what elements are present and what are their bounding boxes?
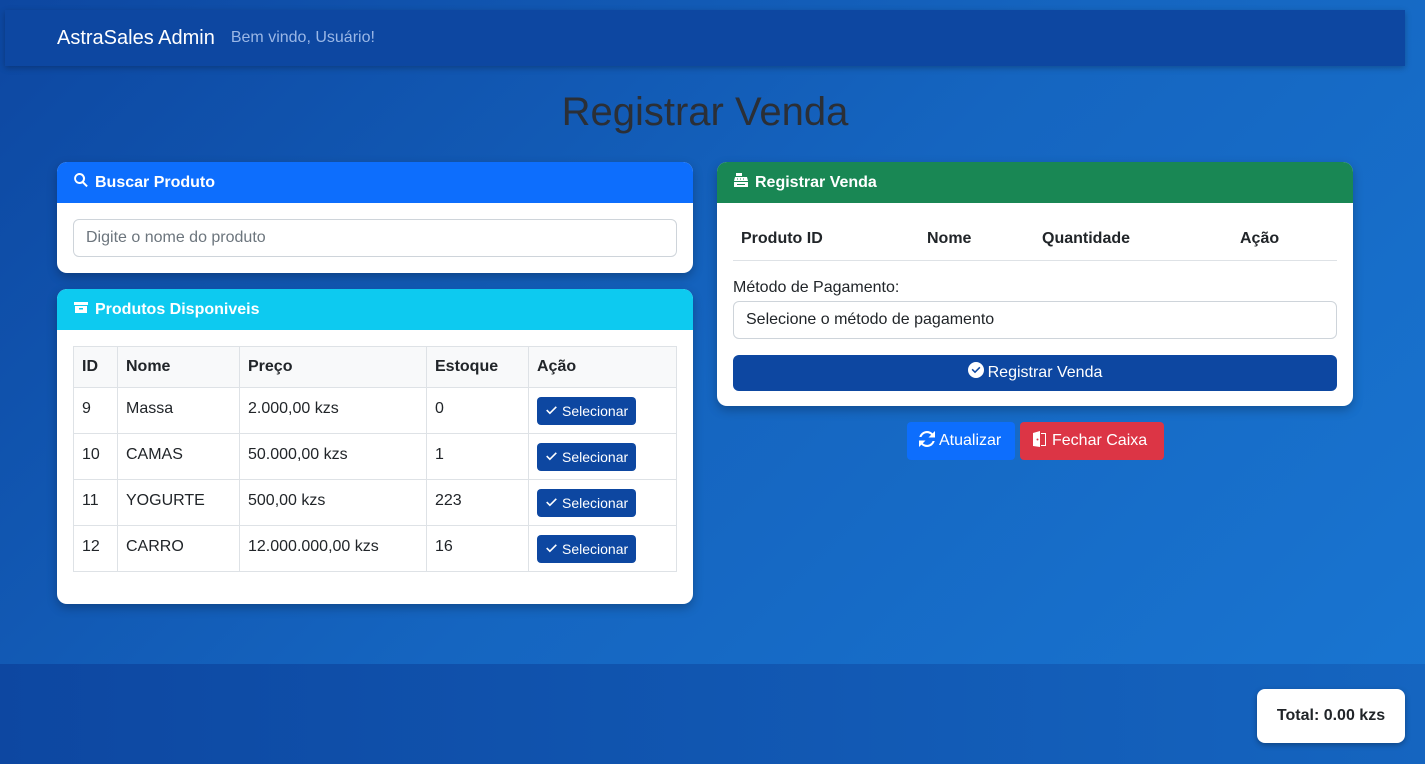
cell-nome: CARRO [117,525,240,572]
sale-card-title: Registrar Venda [755,173,877,191]
navbar: AstraSales Admin Bem vindo, Usuário! [5,10,1405,66]
cell-acao: Selecionar [528,433,677,480]
refresh-label: Atualizar [939,432,1002,449]
cell-estoque: 1 [426,433,529,480]
column-header-produto-id: Produto ID [733,219,919,261]
sale-card: Registrar Venda Produto ID Nome Quantida… [717,162,1353,406]
search-card-header: Buscar Produto [57,162,693,203]
close-register-button[interactable]: Fechar Caixa [1020,422,1164,460]
column-header-quantidade: Quantidade [1034,219,1232,261]
search-card: Buscar Produto [57,162,693,273]
products-table: ID Nome Preço Estoque Ação 9 Massa 2.000… [73,346,677,572]
column-header-acao: Ação [528,346,677,388]
cell-id: 10 [73,433,118,480]
door-icon [1032,430,1048,452]
cell-estoque: 16 [426,525,529,572]
table-row: 9 Massa 2.000,00 kzs 0 Selecionar [73,387,677,434]
check-circle-icon [967,362,984,383]
total-text: Total: 0.00 kzs [1276,707,1386,724]
cell-nome: YOGURTE [117,479,240,526]
column-header-estoque: Estoque [426,346,529,388]
refresh-icon [919,430,935,452]
check-icon [545,495,558,511]
refresh-button[interactable]: Atualizar [907,422,1015,460]
cell-id: 9 [73,387,118,434]
cell-nome: Massa [117,387,240,434]
register-sale-label: Registrar Venda [987,363,1103,381]
products-card-header: Produtos Disponiveis [57,289,693,330]
cell-preco: 50.000,00 kzs [239,433,427,480]
products-card: Produtos Disponiveis ID Nome Preço Estoq… [57,289,693,604]
search-icon [73,172,89,193]
column-header-id: ID [73,346,118,388]
cell-estoque: 0 [426,387,529,434]
sale-items-table: Produto ID Nome Quantidade Ação [733,219,1337,261]
select-button[interactable]: Selecionar [537,489,637,517]
column-header-preco: Preço [239,346,427,388]
close-register-label: Fechar Caixa [1052,432,1148,449]
cell-nome: CAMAS [117,433,240,480]
select-button[interactable]: Selecionar [537,443,637,471]
check-icon [545,449,558,465]
select-button-label: Selecionar [562,403,629,419]
select-button[interactable]: Selecionar [537,397,637,425]
column-header-acao: Ação [1232,219,1337,261]
action-buttons: Atualizar Fechar Caixa [907,422,1164,460]
check-icon [545,403,558,419]
table-row: 11 YOGURTE 500,00 kzs 223 Selecionar [73,479,677,526]
column-header-nome: Nome [919,219,1034,261]
table-row: 10 CAMAS 50.000,00 kzs 1 Selecionar [73,433,677,480]
cell-estoque: 223 [426,479,529,526]
cell-acao: Selecionar [528,525,677,572]
cell-acao: Selecionar [528,479,677,526]
cell-preco: 2.000,00 kzs [239,387,427,434]
products-card-title: Produtos Disponiveis [95,300,260,318]
search-card-title: Buscar Produto [95,173,216,191]
cell-acao: Selecionar [528,387,677,434]
payment-method-value: Selecione o método de pagamento [746,310,995,328]
payment-method-select[interactable]: Selecione o método de pagamento [733,300,1337,339]
select-button-label: Selecionar [562,495,629,511]
sale-card-header: Registrar Venda [717,162,1353,203]
cash-register-icon [733,172,749,193]
total-badge: Total: 0.00 kzs [1257,689,1405,743]
search-input[interactable] [73,219,677,257]
footer [0,664,1425,764]
column-header-nome: Nome [117,346,240,388]
register-sale-button[interactable]: Registrar Venda [733,354,1337,391]
select-button-label: Selecionar [562,449,629,465]
brand-link[interactable]: AstraSales Admin [57,27,215,50]
select-button-label: Selecionar [562,541,629,557]
cell-preco: 12.000.000,00 kzs [239,525,427,572]
cell-id: 11 [73,479,118,526]
page-title: Registrar Venda [561,90,849,134]
cell-id: 12 [73,525,118,572]
cell-preco: 500,00 kzs [239,479,427,526]
payment-method-label: Método de Pagamento: [733,278,900,296]
box-icon [73,299,89,320]
welcome-text: Bem vindo, Usuário! [230,29,375,46]
table-row: 12 CARRO 12.000.000,00 kzs 16 Selecionar [73,525,677,572]
check-icon [545,541,558,557]
select-button[interactable]: Selecionar [537,535,637,563]
